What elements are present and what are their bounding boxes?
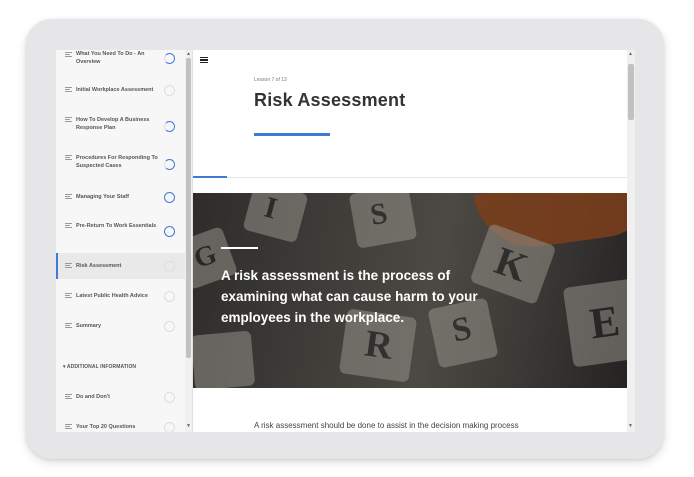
progress-circle-icon — [164, 53, 175, 64]
progress-circle-icon — [164, 291, 175, 302]
progress-circle-icon — [164, 159, 175, 170]
title-underline — [254, 133, 330, 136]
sidebar-item-label: Initial Workplace Assessment — [76, 87, 154, 93]
list-icon — [65, 117, 72, 122]
sidebar-item-public-health[interactable]: Latest Public Health Advice — [56, 288, 185, 308]
sidebar-item-pre-return[interactable]: Pre-Return To Work Essentials — [56, 218, 185, 244]
sidebar-item-business-response[interactable]: How To Develop A Business Response Plan — [56, 113, 185, 139]
scroll-down-arrow-icon[interactable]: ▼ — [628, 423, 633, 429]
lesson-body-text: A risk assessment should be done to assi… — [254, 421, 519, 430]
list-icon — [65, 223, 72, 228]
main-scrollbar-thumb[interactable] — [628, 64, 634, 120]
hero-accent-bar — [221, 247, 258, 249]
sidebar-item-initial-assessment[interactable]: Initial Workplace Assessment — [56, 83, 185, 103]
sidebar-item-top-questions[interactable]: Your Top 20 Questions — [56, 418, 185, 432]
progress-track — [193, 177, 627, 178]
scroll-up-arrow-icon[interactable]: ▲ — [186, 51, 191, 57]
hamburger-menu-icon[interactable] — [200, 57, 208, 63]
sidebar-item-overview[interactable]: What You Need To Do - An Overview — [56, 50, 185, 76]
sidebar-item-label: Managing Your Staff — [76, 194, 129, 200]
lesson-sidebar: What You Need To Do - An Overview Initia… — [56, 50, 193, 432]
list-icon — [65, 263, 72, 268]
lesson-counter: Lesson 7 of 13 — [254, 77, 287, 83]
sidebar-item-label: Summary — [76, 323, 102, 329]
hero-statement: A risk assessment is the process of exam… — [221, 268, 478, 325]
list-icon — [65, 52, 72, 57]
scroll-up-arrow-icon[interactable]: ▲ — [628, 51, 633, 57]
sidebar-item-label: Latest Public Health Advice — [76, 293, 148, 299]
sidebar-scrollbar-thumb[interactable] — [186, 58, 191, 358]
progress-circle-icon — [164, 321, 175, 332]
progress-circle-icon — [164, 392, 175, 403]
progress-fill — [193, 176, 227, 178]
lesson-title: Risk Assessment — [254, 90, 406, 110]
list-icon — [65, 87, 72, 92]
list-icon — [65, 194, 72, 199]
screen: What You Need To Do - An Overview Initia… — [56, 50, 635, 432]
sidebar-item-label: Risk Assessment — [76, 263, 122, 269]
sidebar-item-risk-assessment[interactable]: Risk Assessment — [56, 253, 185, 279]
sidebar-item-suspected-cases[interactable]: Procedures For Responding To Suspected C… — [56, 151, 185, 177]
progress-circle-icon — [164, 226, 175, 237]
hero-image: G I S K E R S A risk assessment is the p… — [193, 193, 627, 388]
progress-circle-icon — [164, 85, 175, 96]
list-icon — [65, 293, 72, 298]
sidebar-item-label: Do and Don't — [76, 394, 110, 400]
sidebar-item-do-dont[interactable]: Do and Don't — [56, 388, 185, 408]
sidebar-item-label: How To Develop A Business Response Plan — [76, 117, 150, 131]
progress-circle-icon — [164, 192, 175, 203]
sidebar-item-label: Pre-Return To Work Essentials — [76, 223, 157, 229]
list-icon — [65, 155, 72, 160]
sidebar-item-label: Procedures For Responding To Suspected C… — [76, 155, 158, 169]
scroll-down-arrow-icon[interactable]: ▼ — [186, 423, 191, 429]
list-icon — [65, 323, 72, 328]
lesson-content: Lesson 7 of 13 Risk Assessment G I S K E… — [193, 50, 627, 432]
progress-circle-icon — [164, 261, 175, 272]
sidebar-item-label: Your Top 20 Questions — [76, 424, 136, 430]
list-icon — [65, 394, 72, 399]
list-icon — [65, 424, 72, 429]
sidebar-item-managing-staff[interactable]: Managing Your Staff — [56, 188, 185, 208]
sidebar-item-label: What You Need To Do - An Overview — [76, 51, 145, 65]
section-header-additional[interactable]: ▾ ADDITIONAL INFORMATION — [63, 364, 136, 370]
progress-circle-icon — [164, 121, 175, 132]
progress-circle-icon — [164, 422, 175, 432]
sidebar-item-summary[interactable]: Summary — [56, 318, 185, 338]
